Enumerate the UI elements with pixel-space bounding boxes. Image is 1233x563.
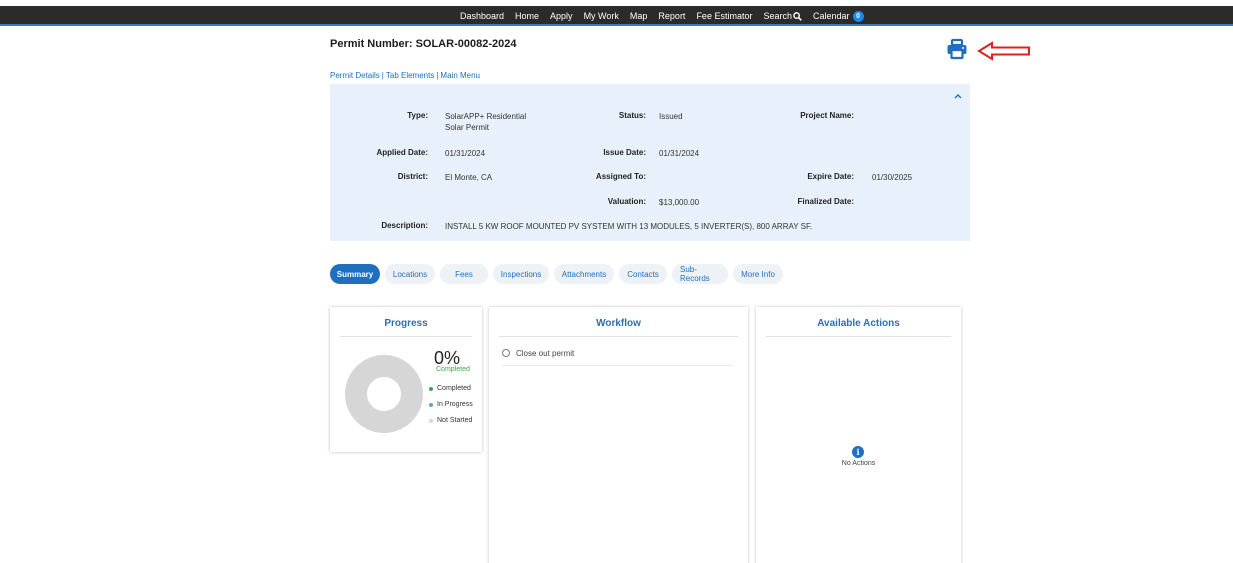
district-label: District: [397, 172, 428, 181]
issue-date-value: 01/31/2024 [659, 149, 700, 158]
progress-title: Progress [340, 307, 472, 337]
progress-donut-chart [345, 355, 423, 433]
legend-label-completed: Completed [437, 385, 471, 392]
progress-percent-caption: Completed [436, 366, 470, 373]
record-tabs: Summary Locations Fees Inspections Attac… [330, 264, 788, 284]
tab-attachments[interactable]: Attachments [554, 264, 614, 284]
nav-my-work[interactable]: My Work [584, 11, 619, 21]
legend-in-progress: In Progress [429, 401, 473, 408]
workflow-card: Workflow Close out permit [489, 307, 748, 563]
applied-date-value: 01/31/2024 [445, 149, 486, 158]
nav-fee-estimator[interactable]: Fee Estimator [696, 11, 752, 21]
valuation-label: Valuation: [607, 197, 646, 206]
nav-links: Dashboard Home Apply My Work Map Report … [460, 6, 875, 26]
top-navigation-bar: Dashboard Home Apply My Work Map Report … [0, 6, 1233, 26]
legend-label-not-started: Not Started [437, 417, 473, 424]
legend-not-started: Not Started [429, 417, 472, 424]
available-actions-card: Available Actions i No Actions [756, 307, 961, 563]
applied-date-label: Applied Date: [376, 148, 428, 157]
valuation-value: $13,000.00 [659, 198, 700, 207]
permit-details-panel: Type: SolarAPP+ Residential Solar Permit… [330, 84, 970, 241]
description-value: INSTALL 5 KW ROOF MOUNTED PV SYSTEM WITH… [445, 222, 813, 231]
nav-calendar[interactable]: Calendar 0 [813, 10, 864, 22]
type-value: SolarAPP+ Residential Solar Permit [445, 111, 526, 133]
legend-completed: Completed [429, 385, 471, 392]
legend-label-in-progress: In Progress [437, 401, 473, 408]
nav-map[interactable]: Map [630, 11, 648, 21]
tab-inspections[interactable]: Inspections [493, 264, 549, 284]
status-label: Status: [618, 111, 646, 120]
tab-locations[interactable]: Locations [385, 264, 435, 284]
sub-navigation: Permit Details | Tab Elements | Main Men… [330, 71, 480, 80]
chevron-up-icon[interactable] [954, 93, 962, 99]
tab-elements-link[interactable]: Tab Elements [386, 71, 434, 80]
nav-search-label: Search [763, 11, 792, 21]
nav-dashboard[interactable]: Dashboard [460, 11, 504, 21]
district-value: El Monte, CA [445, 173, 493, 182]
workflow-task[interactable]: Close out permit [502, 349, 733, 366]
subnav-separator: | [381, 71, 384, 80]
tab-summary[interactable]: Summary [330, 264, 380, 284]
print-icon[interactable] [946, 38, 968, 60]
type-label: Type: [407, 111, 428, 120]
project-name-label: Project Name: [800, 111, 854, 120]
search-icon [793, 11, 802, 21]
annotation-arrow-icon [977, 41, 1030, 61]
status-value: Issued [659, 112, 683, 121]
nav-apply[interactable]: Apply [550, 11, 573, 21]
type-value-line2: Solar Permit [445, 123, 490, 132]
assigned-to-label: Assigned To: [595, 172, 646, 181]
nav-home[interactable]: Home [515, 11, 539, 21]
task-status-circle-icon [502, 349, 510, 357]
tab-contacts[interactable]: Contacts [619, 264, 667, 284]
page-title: Permit Number: SOLAR-00082-2024 [330, 38, 517, 50]
nav-calendar-label: Calendar [813, 11, 850, 21]
subnav-separator: | [436, 71, 439, 80]
nav-report[interactable]: Report [658, 11, 685, 21]
info-icon: i [852, 446, 864, 458]
tab-more-info[interactable]: More Info [733, 264, 783, 284]
tab-fees[interactable]: Fees [440, 264, 488, 284]
tab-sub-records[interactable]: Sub-Records [672, 264, 728, 284]
type-value-line1: SolarAPP+ Residential [445, 112, 527, 121]
expire-date-label: Expire Date: [807, 172, 854, 181]
description-label: Description: [381, 221, 428, 230]
workflow-title: Workflow [499, 307, 738, 337]
nav-search[interactable]: Search [763, 11, 802, 21]
legend-dot-completed [429, 386, 433, 391]
main-menu-link[interactable]: Main Menu [440, 71, 480, 80]
issue-date-label: Issue Date: [603, 148, 646, 157]
calendar-count-badge: 0 [852, 10, 864, 22]
workflow-task-label: Close out permit [516, 349, 575, 358]
available-actions-title: Available Actions [766, 307, 951, 337]
no-actions-text: No Actions [841, 460, 876, 467]
legend-dot-not-started [429, 418, 433, 423]
progress-card: Progress 0% Completed Completed In Progr… [330, 307, 482, 452]
expire-date-value: 01/30/2025 [872, 173, 913, 182]
finalized-date-label: Finalized Date: [797, 197, 854, 206]
legend-dot-in-progress [429, 402, 433, 407]
permit-details-link[interactable]: Permit Details [330, 71, 380, 80]
